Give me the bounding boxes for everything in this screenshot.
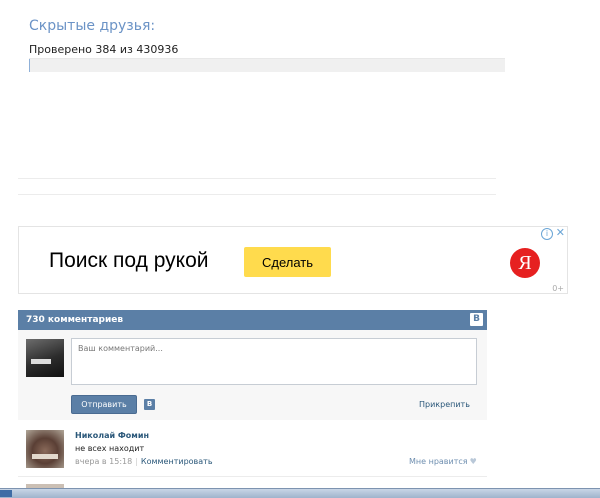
comment-input[interactable] (71, 338, 477, 385)
divider (18, 178, 496, 179)
progress-bar (29, 58, 505, 72)
checked-progress-text: Проверено 384 из 430936 (29, 43, 178, 56)
car-plate (31, 359, 51, 364)
meta-separator: | (135, 457, 138, 466)
heart-icon: ♥ (470, 457, 477, 466)
comment-item: Николай Фомин не всех находит вчера в 15… (18, 421, 487, 476)
vk-logo-icon[interactable]: В (470, 313, 483, 326)
divider (18, 194, 496, 195)
yandex-logo-icon: Я (510, 248, 540, 278)
ad-age-mark: 0+ (552, 284, 564, 293)
comment-time[interactable]: вчера в 15:18 (75, 457, 132, 466)
start-button[interactable] (0, 490, 12, 497)
comments-header: 730 комментариев В (18, 310, 487, 330)
like-button[interactable]: Мне нравится♥ (409, 457, 477, 466)
comment-avatar[interactable] (26, 430, 64, 468)
vk-share-icon[interactable]: В (144, 399, 155, 410)
comments-widget: 730 комментариев В Отправить В Прикрепит… (18, 310, 487, 420)
reply-link[interactable]: Комментировать (141, 457, 213, 466)
comments-count: 730 комментариев (26, 315, 123, 325)
ad-close-icon[interactable]: ✕ (556, 226, 565, 239)
like-label: Мне нравится (409, 457, 468, 466)
avatar-caption (32, 454, 58, 459)
submit-comment-button[interactable]: Отправить (71, 395, 137, 414)
ad-text: Поиск под рукой (49, 249, 208, 273)
ad-banner[interactable]: Поиск под рукой Сделать Я i ✕ 0+ (18, 226, 568, 294)
ad-info-icon[interactable]: i (541, 228, 553, 240)
attach-link[interactable]: Прикрепить (419, 400, 470, 409)
comment-meta: вчера в 15:18|Комментировать (75, 457, 213, 466)
current-user-avatar (26, 339, 64, 377)
ad-cta-button[interactable]: Сделать (244, 247, 331, 277)
comment-divider (18, 476, 487, 477)
comment-author[interactable]: Николай Фомин (75, 431, 149, 440)
hidden-friends-title: Скрытые друзья: (29, 18, 155, 34)
comment-text: не всех находит (75, 444, 144, 453)
